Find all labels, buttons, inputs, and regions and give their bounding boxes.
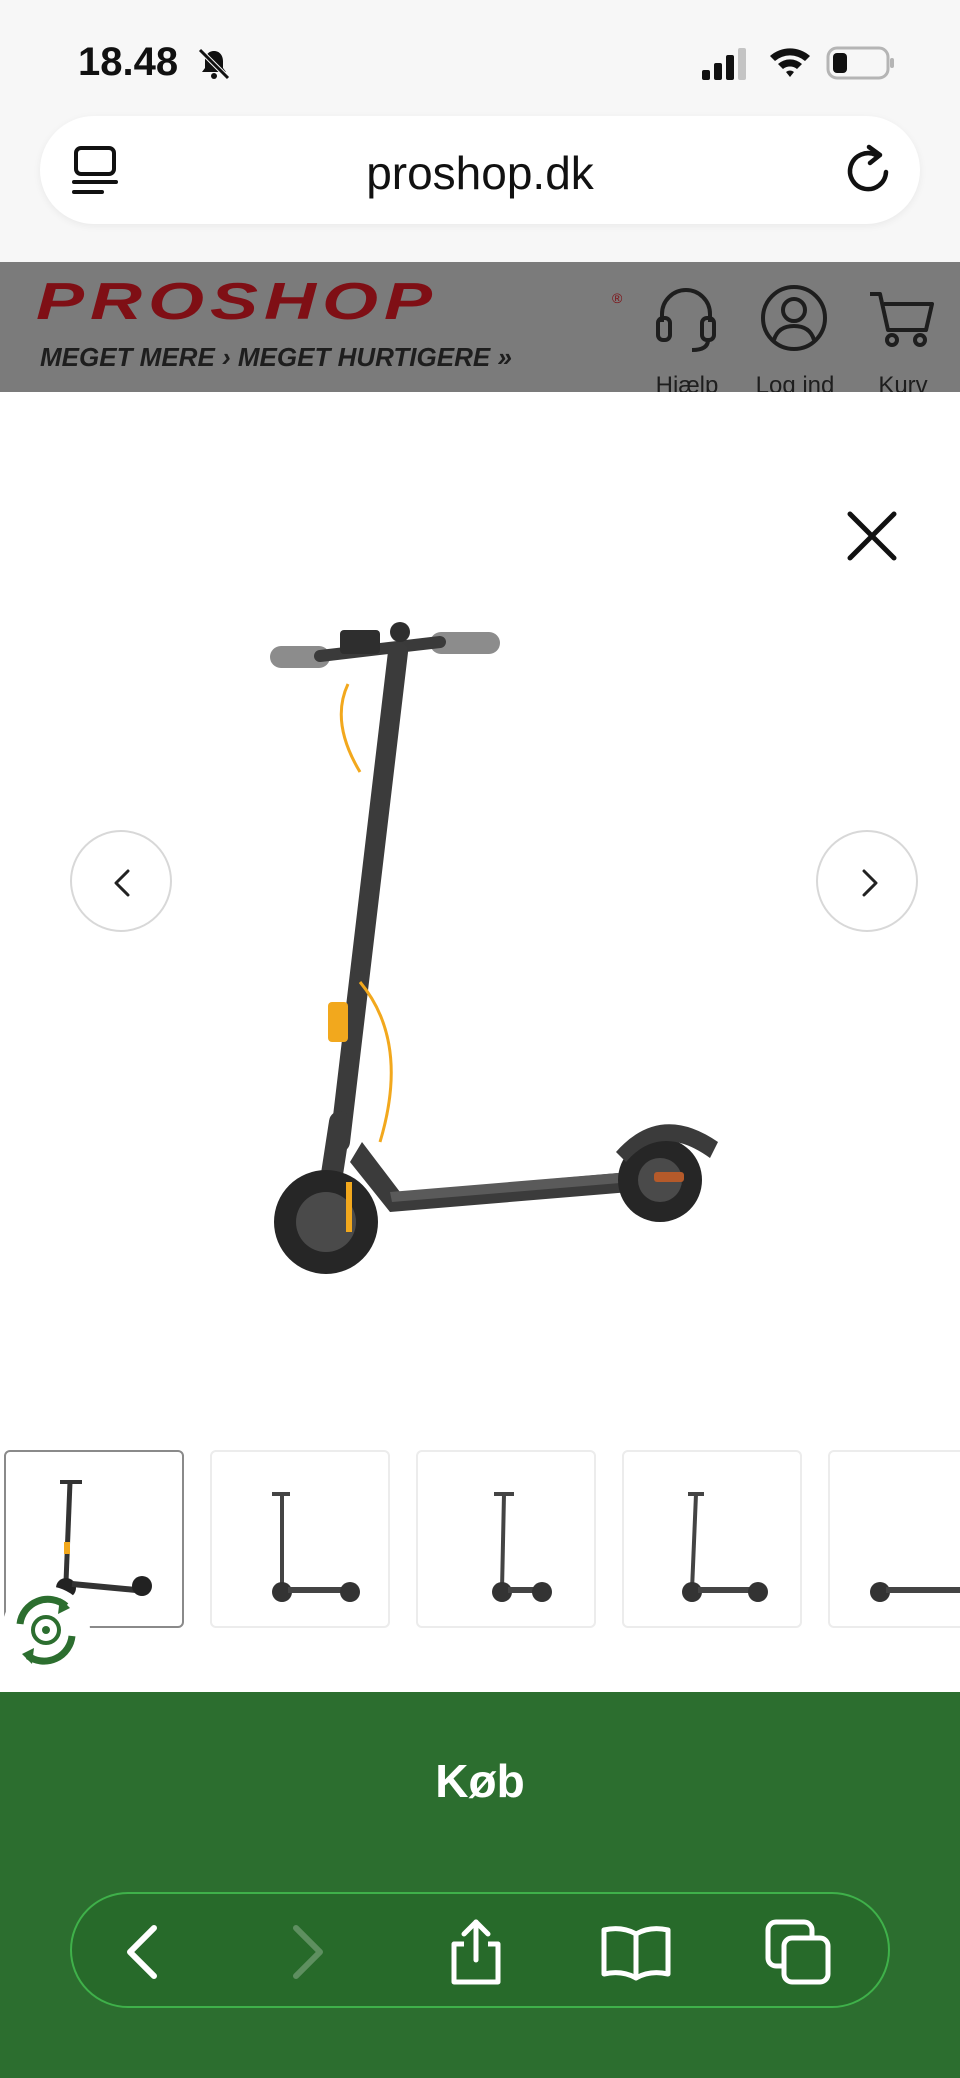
eco-recycle-badge-icon[interactable] bbox=[0, 1584, 92, 1676]
user-icon[interactable] bbox=[758, 282, 830, 354]
help-label[interactable]: Hjælp bbox=[632, 372, 742, 392]
login-label[interactable]: Log ind bbox=[740, 372, 850, 392]
product-image-scooter[interactable] bbox=[250, 602, 730, 1302]
logo-tagline: MEGET MERE › MEGET HURTIGERE » bbox=[40, 342, 512, 372]
share-button[interactable] bbox=[440, 1916, 512, 1988]
forward-button[interactable] bbox=[270, 1916, 342, 1988]
chevron-right-icon bbox=[862, 869, 878, 897]
tabs-icon bbox=[765, 1919, 831, 1985]
site-header: PROSHOP ® MEGET MERE › MEGET HURTIGERE »… bbox=[0, 262, 960, 392]
thumbnail-strip bbox=[0, 1450, 960, 1630]
thumbnail-5[interactable] bbox=[828, 1450, 960, 1628]
bell-off-icon bbox=[198, 48, 230, 80]
chevron-left-icon bbox=[127, 1925, 157, 1979]
thumbnail-2[interactable] bbox=[210, 1450, 390, 1628]
bookmarks-button[interactable] bbox=[600, 1916, 672, 1988]
cart-label[interactable]: Kurv bbox=[848, 372, 958, 392]
previous-image-button[interactable] bbox=[70, 830, 172, 932]
headset-icon[interactable] bbox=[650, 282, 722, 354]
battery-icon bbox=[826, 46, 894, 80]
chevron-right-icon bbox=[293, 1925, 323, 1979]
url-text: proshop.dk bbox=[366, 147, 594, 199]
scooter-thumbnail-image bbox=[682, 1492, 768, 1602]
next-image-button[interactable] bbox=[816, 830, 918, 932]
thumbnail-3[interactable] bbox=[416, 1450, 596, 1628]
registered-mark: ® bbox=[612, 290, 623, 306]
cellular-signal-icon bbox=[702, 48, 746, 80]
proshop-logo[interactable]: PROSHOP bbox=[36, 272, 438, 331]
scooter-thumbnail-image bbox=[870, 1582, 960, 1602]
status-time: 18.48 bbox=[78, 40, 179, 84]
browser-toolbar bbox=[70, 1892, 890, 2008]
book-icon bbox=[601, 1926, 671, 1981]
close-icon[interactable] bbox=[840, 504, 904, 568]
reload-icon[interactable] bbox=[842, 144, 896, 198]
buy-bar: Køb bbox=[0, 1692, 960, 2078]
status-bar: 18.48 bbox=[0, 0, 960, 112]
chevron-left-icon bbox=[114, 869, 130, 897]
thumbnail-4[interactable] bbox=[622, 1450, 802, 1628]
scooter-thumbnail-image bbox=[272, 1492, 360, 1602]
browser-chrome: proshop.dk bbox=[0, 112, 960, 262]
buy-button[interactable]: Køb bbox=[0, 1754, 960, 1808]
address-bar[interactable]: proshop.dk bbox=[40, 116, 920, 224]
back-button[interactable] bbox=[108, 1916, 180, 1988]
scooter-thumbnail-image bbox=[492, 1492, 552, 1602]
cart-icon[interactable] bbox=[866, 282, 938, 354]
share-icon bbox=[451, 1919, 501, 1985]
tabs-button[interactable] bbox=[762, 1916, 834, 1988]
wifi-icon bbox=[770, 48, 810, 77]
image-gallery-overlay bbox=[0, 392, 960, 1692]
